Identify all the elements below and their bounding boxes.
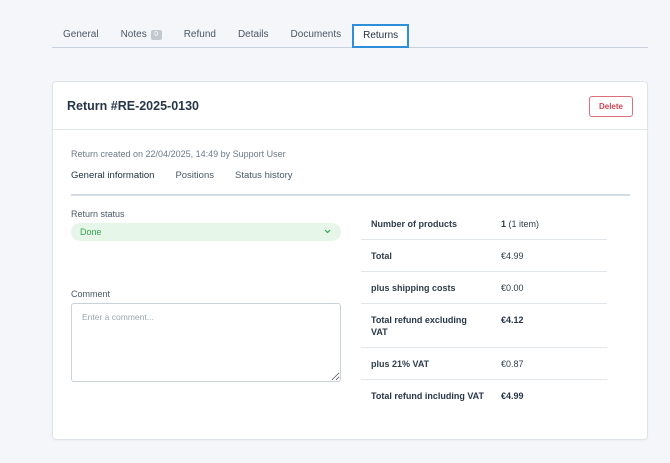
summary-key: Total refund including VAT (371, 391, 484, 401)
item-count: (1 item) (506, 219, 540, 229)
tab-returns[interactable]: Returns (352, 24, 410, 48)
summary-value: €0.00 (501, 282, 524, 293)
summary-key: plus 21% VAT (371, 358, 430, 369)
tab-label: Details (237, 29, 269, 40)
tab-bar: General Notes 0 Refund Details Documents … (52, 22, 648, 48)
tab-label: Returns (363, 30, 399, 41)
subtab-general-information[interactable]: General information (71, 168, 154, 194)
tab-label: Notes (120, 29, 147, 40)
tab-general[interactable]: General (52, 22, 110, 47)
table-row: plus 21% VAT €0.87 (361, 348, 607, 380)
table-row: plus shipping costs €0.00 (361, 272, 607, 304)
page-title: Return #RE-2025-0130 (67, 99, 200, 113)
summary-value: €4.99 (501, 391, 524, 401)
chevron-down-icon (324, 229, 331, 234)
summary-key: Total (371, 250, 392, 261)
table-row: Total €4.99 (361, 240, 607, 272)
summary-key: Total refund excluding VAT (371, 315, 467, 337)
return-status-value: Done (80, 227, 102, 237)
tab-label: Documents (290, 29, 342, 40)
table-row: Total refund excluding VAT €4.12 (361, 304, 607, 348)
table-row: Number of products 1 (1 item) (361, 209, 607, 240)
table-row: Total refund including VAT €4.99 (361, 380, 607, 412)
return-status-label: Return status (71, 209, 125, 219)
tab-notes[interactable]: Notes 0 (110, 22, 173, 47)
card-header: Return #RE-2025-0130 Delete (53, 82, 647, 130)
notes-count-badge: 0 (150, 29, 162, 40)
return-created-info: Return created on 22/04/2025, 14:49 by S… (71, 149, 286, 159)
comment-label: Comment (71, 289, 111, 299)
subtab-status-history[interactable]: Status history (235, 168, 293, 194)
summary-value: €0.87 (501, 358, 524, 369)
summary-value: 1 (1 item) (501, 219, 607, 229)
tab-refund[interactable]: Refund (173, 22, 227, 47)
refund-summary-table: Number of products 1 (1 item) Total €4.9… (361, 209, 607, 412)
summary-value: €4.12 (501, 315, 524, 325)
tab-label: Refund (183, 29, 216, 40)
tab-details[interactable]: Details (227, 22, 280, 47)
tab-label: General (63, 29, 99, 40)
tab-documents[interactable]: Documents (280, 22, 353, 47)
summary-value: €4.99 (501, 250, 524, 261)
sub-tab-bar: General information Positions Status his… (71, 168, 630, 196)
summary-key: Number of products (371, 219, 458, 229)
return-status-select[interactable]: Done (71, 223, 341, 241)
subtab-positions[interactable]: Positions (175, 168, 214, 194)
summary-key: plus shipping costs (371, 282, 456, 293)
return-card: Return #RE-2025-0130 Delete Return creat… (52, 81, 648, 440)
comment-textarea[interactable] (71, 303, 341, 382)
delete-button[interactable]: Delete (589, 96, 633, 117)
